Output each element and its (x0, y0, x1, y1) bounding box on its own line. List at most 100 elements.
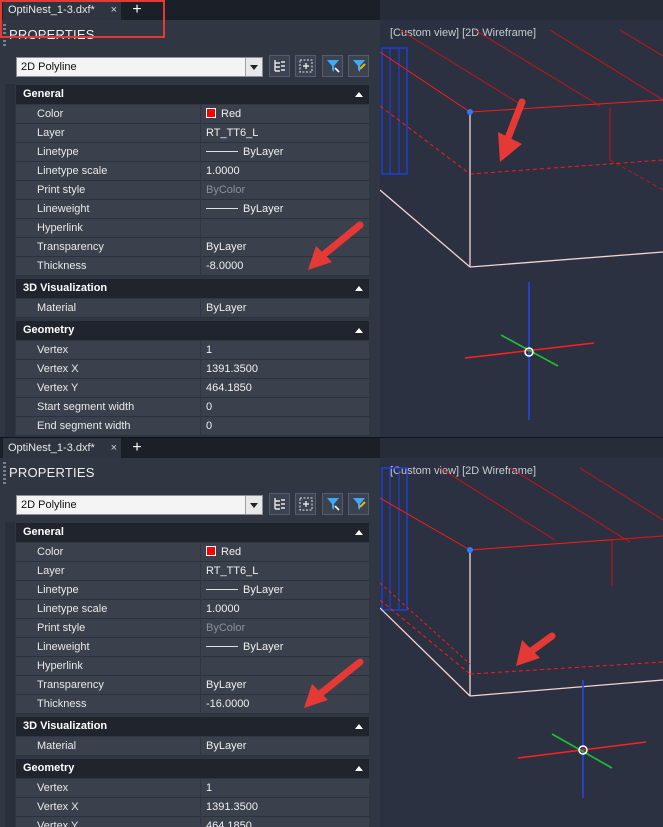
property-row-layer[interactable]: Layer RT_TT6_L (16, 562, 369, 581)
section-3d-visualization[interactable]: 3D Visualization (16, 717, 369, 736)
property-value[interactable]: 1 (201, 779, 369, 798)
collapse-icon[interactable] (355, 92, 363, 97)
object-type-select[interactable]: 2D Polyline (16, 495, 263, 515)
property-value[interactable]: 464.1850 (201, 817, 369, 827)
properties-panel: PROPERTIES 2D Polyline General Color Red … (0, 458, 380, 827)
lineweight-sample-icon (206, 208, 238, 209)
property-value[interactable]: 464.1850 (201, 379, 369, 398)
property-row-layer[interactable]: Layer RT_TT6_L (16, 124, 369, 143)
panel-grip[interactable] (3, 462, 6, 486)
property-value[interactable]: ByLayer (201, 737, 369, 756)
property-value[interactable]: 1391.3500 (201, 360, 369, 379)
property-row-end-width[interactable]: End segment width 0 (16, 417, 369, 436)
close-tab-icon[interactable]: × (111, 438, 117, 458)
section-geometry[interactable]: Geometry (16, 759, 369, 778)
property-value[interactable]: 1.0000 (201, 600, 369, 619)
property-label: Layer (16, 124, 200, 143)
tab-highlight-box (0, 0, 165, 38)
property-label: Thickness (16, 695, 200, 714)
property-value[interactable]: 1 (201, 341, 369, 360)
collapse-icon[interactable] (355, 328, 363, 333)
section-3d-visualization[interactable]: 3D Visualization (16, 279, 369, 298)
property-row-color[interactable]: Color Red (16, 105, 369, 124)
property-value[interactable]: RT_TT6_L (201, 562, 369, 581)
property-row-vertex-y[interactable]: Vertex Y 464.1850 (16, 817, 369, 827)
property-value[interactable]: Red (201, 543, 369, 562)
property-row-vertex[interactable]: Vertex 1 (16, 779, 369, 798)
filter-button[interactable] (348, 493, 369, 515)
object-type-value: 2D Polyline (21, 499, 77, 511)
property-row-vertex-y[interactable]: Vertex Y 464.1850 (16, 379, 369, 398)
drawing-viewport[interactable]: [Custom view] [2D Wireframe] (380, 458, 663, 827)
quick-select-button[interactable] (322, 55, 343, 77)
document-tab-label: OptiNest_1-3.dxf* (8, 442, 95, 454)
property-value[interactable]: ByLayer (201, 638, 369, 657)
property-value[interactable]: ByLayer (201, 299, 369, 318)
property-value[interactable]: Red (201, 105, 369, 124)
collapse-icon[interactable] (355, 766, 363, 771)
property-row-linetype[interactable]: Linetype ByLayer (16, 581, 369, 600)
property-row-vertex-x[interactable]: Vertex X 1391.3500 (16, 360, 369, 379)
collapse-icon[interactable] (355, 724, 363, 729)
chevron-down-icon[interactable] (245, 496, 262, 514)
new-tab-button[interactable]: + (127, 438, 147, 458)
document-tab[interactable]: OptiNest_1-3.dxf* × (3, 438, 121, 458)
select-objects-button[interactable] (295, 55, 316, 77)
property-label: Material (16, 737, 200, 756)
property-value[interactable]: 1391.3500 (201, 798, 369, 817)
lineweight-value: ByLayer (243, 641, 284, 653)
object-type-value: 2D Polyline (21, 61, 77, 73)
property-row-material[interactable]: Material ByLayer (16, 737, 369, 756)
property-label: Linetype scale (16, 600, 200, 619)
property-label: Vertex Y (16, 817, 200, 827)
property-row-start-width[interactable]: Start segment width 0 (16, 398, 369, 417)
property-row-color[interactable]: Color Red (16, 543, 369, 562)
property-row-print-style[interactable]: Print style ByColor (16, 619, 369, 638)
property-value[interactable]: 0 (201, 417, 369, 436)
tree-icon (274, 498, 285, 510)
color-value: Red (221, 546, 242, 558)
property-row-linetype-scale[interactable]: Linetype scale 1.0000 (16, 600, 369, 619)
property-row-material[interactable]: Material ByLayer (16, 299, 369, 318)
property-value[interactable]: RT_TT6_L (201, 124, 369, 143)
tree-button[interactable] (269, 493, 290, 515)
property-row-linetype-scale[interactable]: Linetype scale 1.0000 (16, 162, 369, 181)
chevron-down-icon[interactable] (245, 58, 262, 76)
property-row-linetype[interactable]: Linetype ByLayer (16, 143, 369, 162)
property-label: Linetype (16, 143, 200, 162)
property-value[interactable]: ByLayer (201, 581, 369, 600)
property-value[interactable]: 1.0000 (201, 162, 369, 181)
property-value[interactable]: ByLayer (201, 200, 369, 219)
tree-button[interactable] (269, 55, 290, 77)
section-general[interactable]: General (16, 85, 369, 104)
linetype-value: ByLayer (243, 584, 284, 596)
section-geometry[interactable]: Geometry (16, 321, 369, 340)
property-row-lineweight[interactable]: Lineweight ByLayer (16, 638, 369, 657)
property-row-vertex-x[interactable]: Vertex X 1391.3500 (16, 798, 369, 817)
select-objects-button[interactable] (295, 493, 316, 515)
collapse-icon[interactable] (355, 530, 363, 535)
filter-button[interactable] (348, 55, 369, 77)
property-row-vertex[interactable]: Vertex 1 (16, 341, 369, 360)
property-row-lineweight[interactable]: Lineweight ByLayer (16, 200, 369, 219)
quick-select-button[interactable] (322, 493, 343, 515)
color-value: Red (221, 108, 242, 120)
property-value[interactable]: 0 (201, 398, 369, 417)
property-value[interactable]: ByLayer (201, 143, 369, 162)
lineweight-sample-icon (206, 646, 238, 647)
collapse-icon[interactable] (355, 286, 363, 291)
section-general[interactable]: General (16, 523, 369, 542)
property-row-print-style[interactable]: Print style ByColor (16, 181, 369, 200)
property-label: Layer (16, 562, 200, 581)
section-title: Geometry (23, 762, 75, 774)
property-label: Lineweight (16, 638, 200, 657)
document-tab-bar: OptiNest_1-3.dxf* × + (0, 438, 380, 458)
object-type-select[interactable]: 2D Polyline (16, 57, 263, 77)
lineweight-value: ByLayer (243, 203, 284, 215)
property-label: Vertex X (16, 798, 200, 817)
quick-select-icon (327, 60, 340, 73)
property-label: Thickness (16, 257, 200, 276)
quick-select-icon (327, 498, 340, 511)
top-screenshot: OptiNest_1-3.dxf* × + PROPERTIES 2D Polyl… (0, 0, 663, 437)
drawing-viewport[interactable]: [Custom view] [2D Wireframe] (380, 20, 663, 437)
